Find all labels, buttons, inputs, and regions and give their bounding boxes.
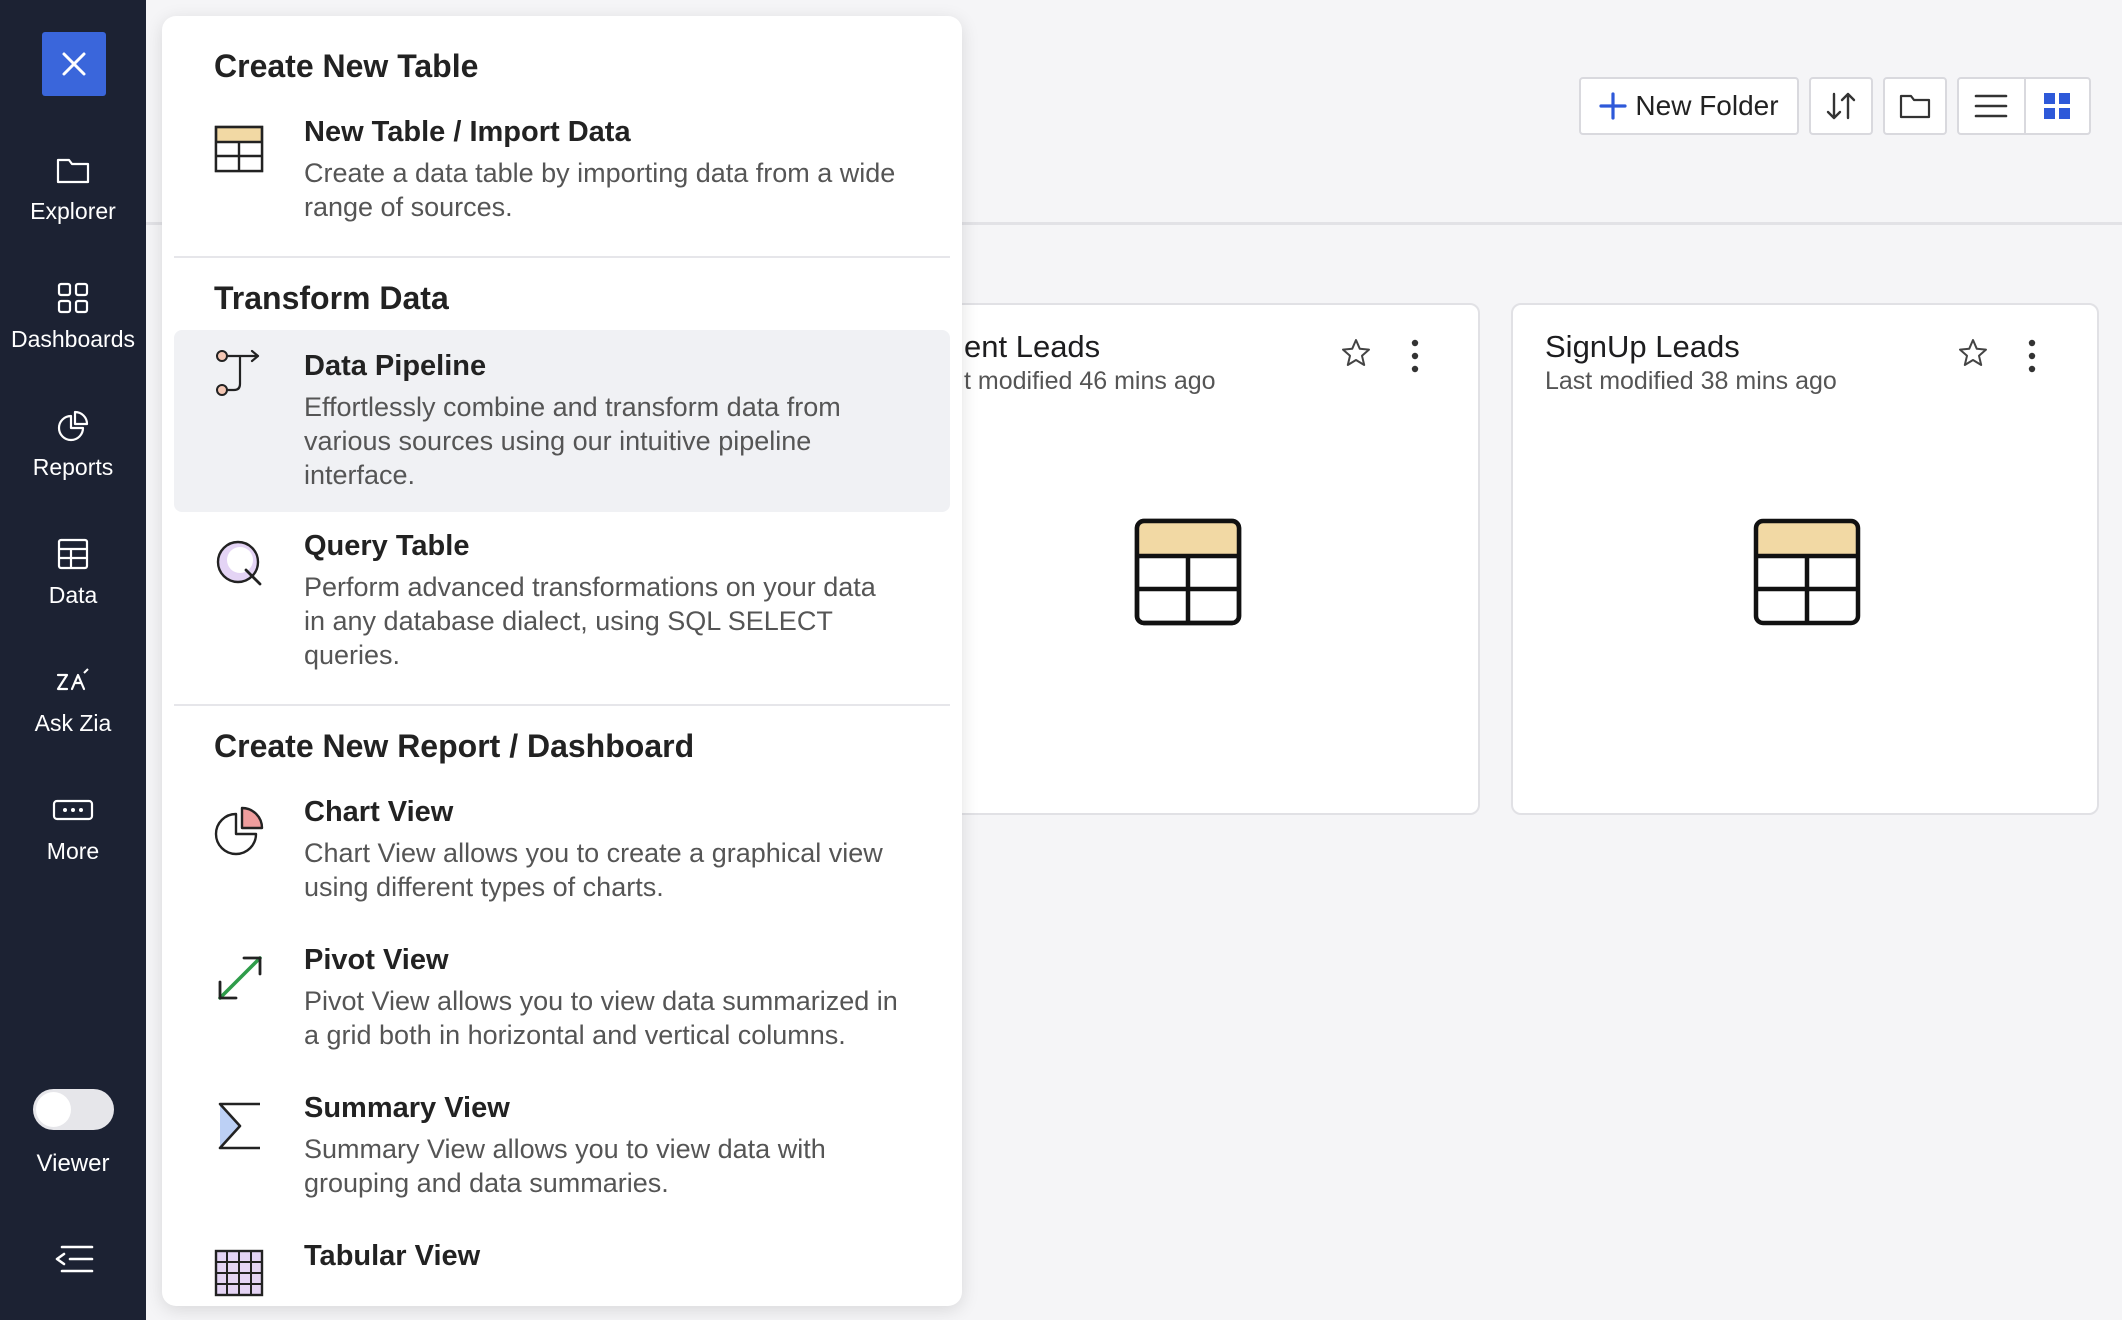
menu-item-tabular-view[interactable]: Tabular View (174, 1240, 950, 1306)
viewer-label: Viewer (36, 1150, 110, 1177)
more-options-icon[interactable] (2027, 339, 2037, 373)
menu-item-title: Pivot View (304, 944, 449, 976)
menu-item-title: New Table / Import Data (304, 116, 631, 148)
sidebar-item-more[interactable]: More (0, 788, 146, 865)
card-title: ent Leads (964, 329, 1101, 364)
sidebar-item-label: More (46, 838, 100, 864)
card-title: SignUp Leads (1545, 329, 1740, 364)
sort-button[interactable] (1809, 77, 1873, 135)
left-sidebar: Explorer Dashboards Reports Data Ask Zia… (0, 0, 146, 1320)
divider (174, 256, 950, 258)
close-icon (62, 52, 86, 76)
tabular-icon (214, 1249, 264, 1297)
menu-item-chart-view[interactable]: Chart View Chart View allows you to crea… (174, 796, 950, 926)
viewer-toggle[interactable] (33, 1089, 114, 1130)
chart-icon (214, 806, 264, 856)
section-title: Transform Data (214, 280, 449, 316)
sidebar-item-label: Dashboards (10, 326, 136, 352)
sigma-icon (218, 1102, 260, 1150)
list-view-icon (1975, 94, 2008, 118)
menu-item-pivot-view[interactable]: Pivot View Pivot View allows you to view… (174, 944, 950, 1074)
menu-item-desc: Summary View allows you to view data wit… (304, 1134, 826, 1198)
new-folder-label: New Folder (1635, 90, 1779, 121)
query-icon (216, 540, 262, 586)
sidebar-item-label: Explorer (30, 198, 116, 224)
divider (174, 704, 950, 706)
table-card[interactable]: SignUp Leads Last modified 38 mins ago (1511, 303, 2099, 815)
sidebar-item-label: Data (48, 582, 98, 608)
folder-view-button[interactable] (1883, 77, 1947, 135)
sidebar-item-dashboards[interactable]: Dashboards (0, 276, 146, 353)
grid-view-icon (2044, 93, 2071, 119)
more-options-icon[interactable] (1410, 339, 1420, 373)
create-menu-panel: Create New Table New Table / Import Data… (162, 16, 962, 1306)
star-icon[interactable] (1957, 337, 1989, 369)
sort-icon (1826, 92, 1856, 120)
grid-icon (57, 282, 89, 314)
pie-chart-icon (57, 410, 89, 442)
menu-item-query-table[interactable]: Query Table Perform advanced transformat… (174, 530, 950, 710)
section-title: Create New Report / Dashboard (214, 728, 695, 764)
collapse-sidebar-button[interactable] (54, 1244, 94, 1279)
folder-icon (56, 158, 90, 184)
plus-icon (1599, 92, 1628, 120)
table-icon (57, 538, 89, 570)
menu-item-title: Query Table (304, 530, 470, 562)
view-toggle-group (1957, 77, 2091, 135)
sidebar-item-ask-zia[interactable]: Ask Zia (0, 660, 146, 737)
folder-icon (1899, 94, 1931, 119)
menu-item-new-table[interactable]: New Table / Import Data Create a data ta… (174, 116, 950, 246)
star-icon[interactable] (1340, 337, 1372, 369)
sidebar-item-explorer[interactable]: Explorer (0, 148, 146, 225)
menu-item-title: Summary View (304, 1092, 510, 1124)
menu-item-desc: Pivot View allows you to view data summa… (304, 986, 898, 1050)
zia-icon (56, 668, 89, 691)
new-folder-button[interactable]: New Folder (1579, 77, 1799, 135)
pipeline-icon (216, 349, 260, 396)
menu-item-title: Tabular View (304, 1240, 481, 1272)
sidebar-item-reports[interactable]: Reports (0, 404, 146, 481)
menu-item-data-pipeline[interactable]: Data Pipeline Effortlessly combine and t… (174, 330, 950, 512)
more-icon (52, 799, 94, 821)
table-icon (1134, 518, 1242, 626)
sidebar-item-label: Reports (32, 454, 114, 480)
close-button[interactable] (42, 32, 106, 96)
menu-item-summary-view[interactable]: Summary View Summary View allows you to … (174, 1092, 950, 1222)
pivot-icon (218, 956, 262, 1000)
menu-item-title: Chart View (304, 796, 454, 828)
menu-item-desc: Chart View allows you to create a graphi… (304, 838, 883, 902)
sidebar-item-data[interactable]: Data (0, 532, 146, 609)
menu-item-desc: Create a data table by importing data fr… (304, 158, 896, 222)
menu-item-title: Data Pipeline (304, 350, 487, 382)
table-icon (214, 125, 264, 173)
menu-item-desc: Perform advanced transformations on your… (304, 572, 876, 670)
table-icon (1753, 518, 1861, 626)
collapse-menu-icon (55, 1245, 94, 1273)
card-subtitle: t modified 46 mins ago (964, 367, 1216, 395)
table-card[interactable]: ent Leads t modified 46 mins ago (924, 303, 1480, 815)
sidebar-item-label: Ask Zia (34, 710, 112, 736)
grid-view-button[interactable] (2026, 79, 2089, 133)
list-view-button[interactable] (1959, 79, 2026, 133)
menu-item-desc: Effortlessly combine and transform data … (304, 392, 841, 490)
toggle-knob (36, 1092, 71, 1127)
section-title: Create New Table (214, 48, 479, 84)
card-subtitle: Last modified 38 mins ago (1545, 367, 1837, 395)
